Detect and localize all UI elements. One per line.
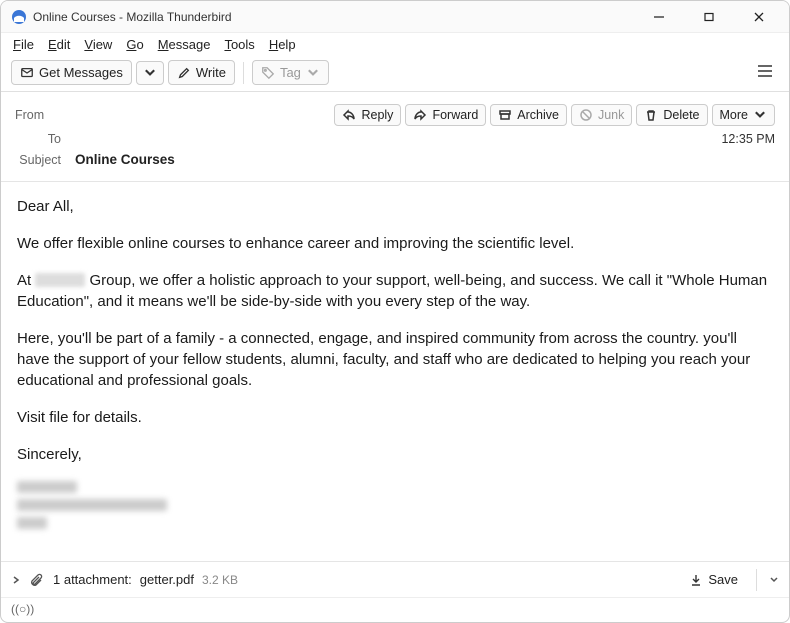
chevron-down-icon[interactable] [769,575,779,585]
attachment-name[interactable]: getter.pdf [140,572,194,587]
get-messages-button[interactable]: Get Messages [11,60,132,85]
signature-redacted [17,481,773,529]
body-para: Dear All, [17,196,773,217]
divider [756,569,757,591]
chevron-down-icon [753,108,767,122]
menu-help[interactable]: Help [269,37,296,52]
message-body: Dear All, We offer flexible online cours… [1,182,789,561]
delete-button[interactable]: Delete [636,104,707,126]
save-button[interactable]: Save [683,568,744,591]
body-para: Sincerely, [17,444,773,465]
message-time: 12:35 PM [721,132,775,146]
more-button[interactable]: More [712,104,775,126]
archive-button[interactable]: Archive [490,104,567,126]
menu-button[interactable] [751,60,779,85]
forward-button[interactable]: Forward [405,104,486,126]
reply-button[interactable]: Reply [334,104,401,126]
from-label: From [15,108,58,122]
attachment-count: 1 attachment: [53,572,132,587]
attachment-size: 3.2 KB [202,573,238,587]
get-messages-dropdown[interactable] [136,61,164,85]
download-icon [689,573,703,587]
menu-go[interactable]: Go [126,37,143,52]
toolbar: Get Messages Write Tag [1,56,789,92]
tag-button[interactable]: Tag [252,60,329,85]
get-messages-label: Get Messages [39,65,123,80]
junk-icon [579,108,593,122]
junk-button[interactable]: Junk [571,104,632,126]
inbox-icon [20,66,34,80]
archive-icon [498,108,512,122]
menu-view[interactable]: View [84,37,112,52]
app-window: Online Courses - Mozilla Thunderbird Fil… [0,0,790,623]
write-label: Write [196,65,226,80]
min-button[interactable] [643,3,675,31]
close-button[interactable] [743,3,775,31]
menu-message[interactable]: Message [158,37,211,52]
chevron-down-icon [143,66,157,80]
subject-text: Online Courses [75,152,175,167]
body-para: We offer flexible online courses to enha… [17,233,773,254]
body-para: At Group, we offer a holistic approach t… [17,270,773,312]
chevron-right-icon[interactable] [11,575,21,585]
redacted-text [35,273,85,287]
body-para: Here, you'll be part of a family - a con… [17,328,773,391]
menu-edit[interactable]: Edit [48,37,70,52]
statusbar: ((○)) [1,597,789,622]
trash-icon [644,108,658,122]
window-title: Online Courses - Mozilla Thunderbird [33,10,643,24]
hamburger-icon [757,64,773,78]
reply-icon [342,108,356,122]
max-button[interactable] [693,3,725,31]
write-button[interactable]: Write [168,60,235,85]
to-label: To [15,132,75,146]
attachment-bar: 1 attachment: getter.pdf 3.2 KB Save [1,561,789,597]
titlebar: Online Courses - Mozilla Thunderbird [1,1,789,33]
pencil-icon [177,66,191,80]
menu-file[interactable]: File [13,37,34,52]
chevron-down-icon [306,66,320,80]
body-para: Visit file for details. [17,407,773,428]
tag-icon [261,66,275,80]
tag-label: Tag [280,65,301,80]
app-icon [11,9,27,25]
menubar: File Edit View Go Message Tools Help [1,33,789,56]
activity-indicator: ((○)) [11,602,34,616]
paperclip-icon [29,572,45,588]
forward-icon [413,108,427,122]
menu-tools[interactable]: Tools [224,37,254,52]
divider [243,62,244,84]
subject-label: Subject [15,153,75,167]
message-header: From Reply Forward Archive Junk Delete M… [1,92,789,182]
